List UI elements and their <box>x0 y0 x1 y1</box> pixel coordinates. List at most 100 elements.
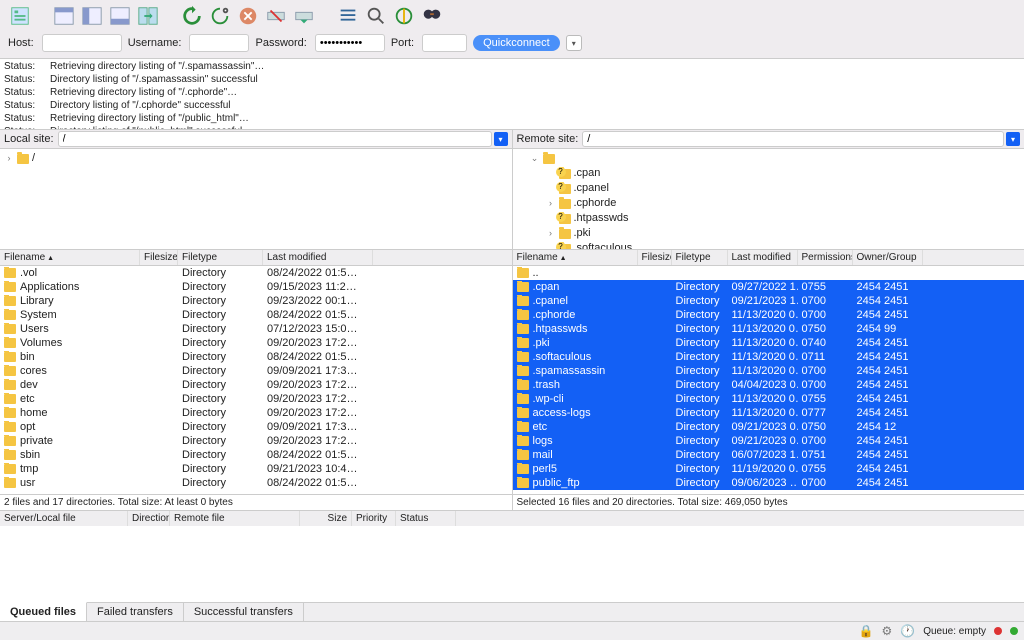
col-lastmodified[interactable]: Last modified <box>263 250 373 265</box>
folder-icon <box>517 352 529 362</box>
cell-permissions: 0777 <box>798 407 853 419</box>
tree-row[interactable]: ›/ <box>4 151 508 166</box>
refresh-button[interactable] <box>180 4 204 28</box>
tab-successful[interactable]: Successful transfers <box>184 603 304 621</box>
tree-row[interactable]: ›.cphorde <box>517 196 1021 211</box>
local-site-path-input[interactable] <box>58 131 492 147</box>
table-row[interactable]: coresDirectory09/09/2021 17:3… <box>0 364 512 378</box>
qcol-direction[interactable]: Direction <box>128 511 170 526</box>
folder-icon <box>517 338 529 348</box>
qcol-priority[interactable]: Priority <box>352 511 396 526</box>
table-row[interactable]: .volDirectory08/24/2022 01:5… <box>0 266 512 280</box>
table-row[interactable]: SystemDirectory08/24/2022 01:5… <box>0 308 512 322</box>
remote-site-dropdown[interactable]: ▾ <box>1006 132 1020 146</box>
remote-file-list[interactable]: ...cpanDirectory09/27/2022 1…07552454 24… <box>512 266 1024 494</box>
table-row[interactable]: tmpDirectory09/21/2023 10:4… <box>0 462 512 476</box>
remote-site-path-input[interactable] <box>582 131 1004 147</box>
table-row[interactable]: public_ftpDirectory09/06/2023 …07002454 … <box>513 476 1024 490</box>
cell-owner: 2454 12 <box>853 421 923 433</box>
gear-icon[interactable]: ⚙ <box>881 624 892 638</box>
col-filetype[interactable]: Filetype <box>672 250 728 265</box>
col-lastmodified[interactable]: Last modified <box>728 250 798 265</box>
tree-row[interactable]: .softaculous <box>517 241 1021 249</box>
toggle-queue-button[interactable] <box>108 4 132 28</box>
compare-button[interactable] <box>392 4 416 28</box>
port-input[interactable] <box>422 34 467 52</box>
table-row[interactable]: .. <box>513 266 1024 280</box>
table-row[interactable]: binDirectory08/24/2022 01:5… <box>0 350 512 364</box>
qcol-status[interactable]: Status <box>396 511 456 526</box>
table-row[interactable]: .trashDirectory04/04/2023 0…07002454 245… <box>513 378 1024 392</box>
table-row[interactable]: logsDirectory09/21/2023 0…07002454 2451 <box>513 434 1024 448</box>
tab-queued[interactable]: Queued files <box>0 602 87 621</box>
table-row[interactable]: .spamassassinDirectory11/13/2020 0…07002… <box>513 364 1024 378</box>
col-filetype[interactable]: Filetype <box>178 250 263 265</box>
table-row[interactable]: UsersDirectory07/12/2023 15:0… <box>0 322 512 336</box>
cell-modified: 09/21/2023 1… <box>728 295 798 307</box>
table-row[interactable]: usrDirectory08/24/2022 01:5… <box>0 476 512 490</box>
qcol-remote[interactable]: Remote file <box>170 511 300 526</box>
table-row[interactable]: .cphordeDirectory11/13/2020 0…07002454 2… <box>513 308 1024 322</box>
table-row[interactable]: access-logsDirectory11/13/2020 0…0777245… <box>513 406 1024 420</box>
cell-owner: 2454 2451 <box>853 351 923 363</box>
quickconnect-history-dropdown[interactable]: ▾ <box>566 35 582 51</box>
table-row[interactable]: .htpasswdsDirectory11/13/2020 0…07502454… <box>513 322 1024 336</box>
table-row[interactable]: homeDirectory09/20/2023 17:2… <box>0 406 512 420</box>
local-site-dropdown[interactable]: ▾ <box>494 132 508 146</box>
cell-owner: 2454 2451 <box>853 449 923 461</box>
process-queue-button[interactable] <box>208 4 232 28</box>
tree-row[interactable]: .cpan <box>517 166 1021 181</box>
disconnect-button[interactable] <box>264 4 288 28</box>
col-filesize[interactable]: Filesize <box>140 250 178 265</box>
table-row[interactable]: .wp-cliDirectory11/13/2020 0…07552454 24… <box>513 392 1024 406</box>
queue-body[interactable] <box>0 526 1024 602</box>
queue-header: Server/Local file Direction Remote file … <box>0 510 1024 526</box>
tab-failed[interactable]: Failed transfers <box>87 603 184 621</box>
qcol-serverlocal[interactable]: Server/Local file <box>0 511 128 526</box>
search-button[interactable] <box>364 4 388 28</box>
table-row[interactable]: devDirectory09/20/2023 17:2… <box>0 378 512 392</box>
password-input[interactable] <box>315 34 385 52</box>
col-filename[interactable]: Filename <box>513 250 638 265</box>
site-manager-button[interactable] <box>8 4 32 28</box>
reconnect-button[interactable] <box>292 4 316 28</box>
toggle-tree-button[interactable] <box>80 4 104 28</box>
toggle-log-button[interactable] <box>52 4 76 28</box>
local-site-bar: Local site: ▾ <box>0 130 512 149</box>
tree-row[interactable]: ⌄ <box>517 151 1021 166</box>
table-row[interactable]: VolumesDirectory09/20/2023 17:2… <box>0 336 512 350</box>
table-row[interactable]: .cpanDirectory09/27/2022 1…07552454 2451 <box>513 280 1024 294</box>
table-row[interactable]: .softaculousDirectory11/13/2020 0…071124… <box>513 350 1024 364</box>
table-row[interactable]: optDirectory09/09/2021 17:3… <box>0 420 512 434</box>
table-row[interactable]: LibraryDirectory09/23/2022 00:1… <box>0 294 512 308</box>
table-row[interactable]: sbinDirectory08/24/2022 01:5… <box>0 448 512 462</box>
cancel-button[interactable] <box>236 4 260 28</box>
tree-row[interactable]: .htpasswds <box>517 211 1021 226</box>
username-input[interactable] <box>189 34 249 52</box>
tree-row[interactable]: .cpanel <box>517 181 1021 196</box>
tree-row[interactable]: ›.pki <box>517 226 1021 241</box>
table-row[interactable]: .pkiDirectory11/13/2020 0…07402454 2451 <box>513 336 1024 350</box>
host-input[interactable] <box>42 34 122 52</box>
table-row[interactable]: privateDirectory09/20/2023 17:2… <box>0 434 512 448</box>
cell-filename: access-logs <box>533 407 591 419</box>
quickconnect-button[interactable]: Quickconnect <box>473 35 560 51</box>
sync-browse-button[interactable] <box>136 4 160 28</box>
qcol-size[interactable]: Size <box>300 511 352 526</box>
table-row[interactable]: etcDirectory09/20/2023 17:2… <box>0 392 512 406</box>
col-permissions[interactable]: Permissions <box>798 250 853 265</box>
table-row[interactable]: perl5Directory11/19/2020 0…07552454 2451 <box>513 462 1024 476</box>
col-filename[interactable]: Filename <box>0 250 140 265</box>
table-row[interactable]: mailDirectory06/07/2023 1…07512454 2451 <box>513 448 1024 462</box>
remote-tree[interactable]: ⌄.cpan.cpanel›.cphorde.htpasswds›.pki.so… <box>512 149 1024 249</box>
table-row[interactable]: ApplicationsDirectory09/15/2023 11:2… <box>0 280 512 294</box>
filter-button[interactable] <box>336 4 360 28</box>
col-owner[interactable]: Owner/Group <box>853 250 923 265</box>
local-tree[interactable]: ›/ <box>0 149 512 249</box>
local-file-list[interactable]: .volDirectory08/24/2022 01:5…Application… <box>0 266 512 494</box>
col-filesize[interactable]: Filesize <box>638 250 672 265</box>
find-button[interactable] <box>420 4 444 28</box>
cell-filetype: Directory <box>178 323 263 335</box>
table-row[interactable]: etcDirectory09/21/2023 0…07502454 12 <box>513 420 1024 434</box>
table-row[interactable]: .cpanelDirectory09/21/2023 1…07002454 24… <box>513 294 1024 308</box>
